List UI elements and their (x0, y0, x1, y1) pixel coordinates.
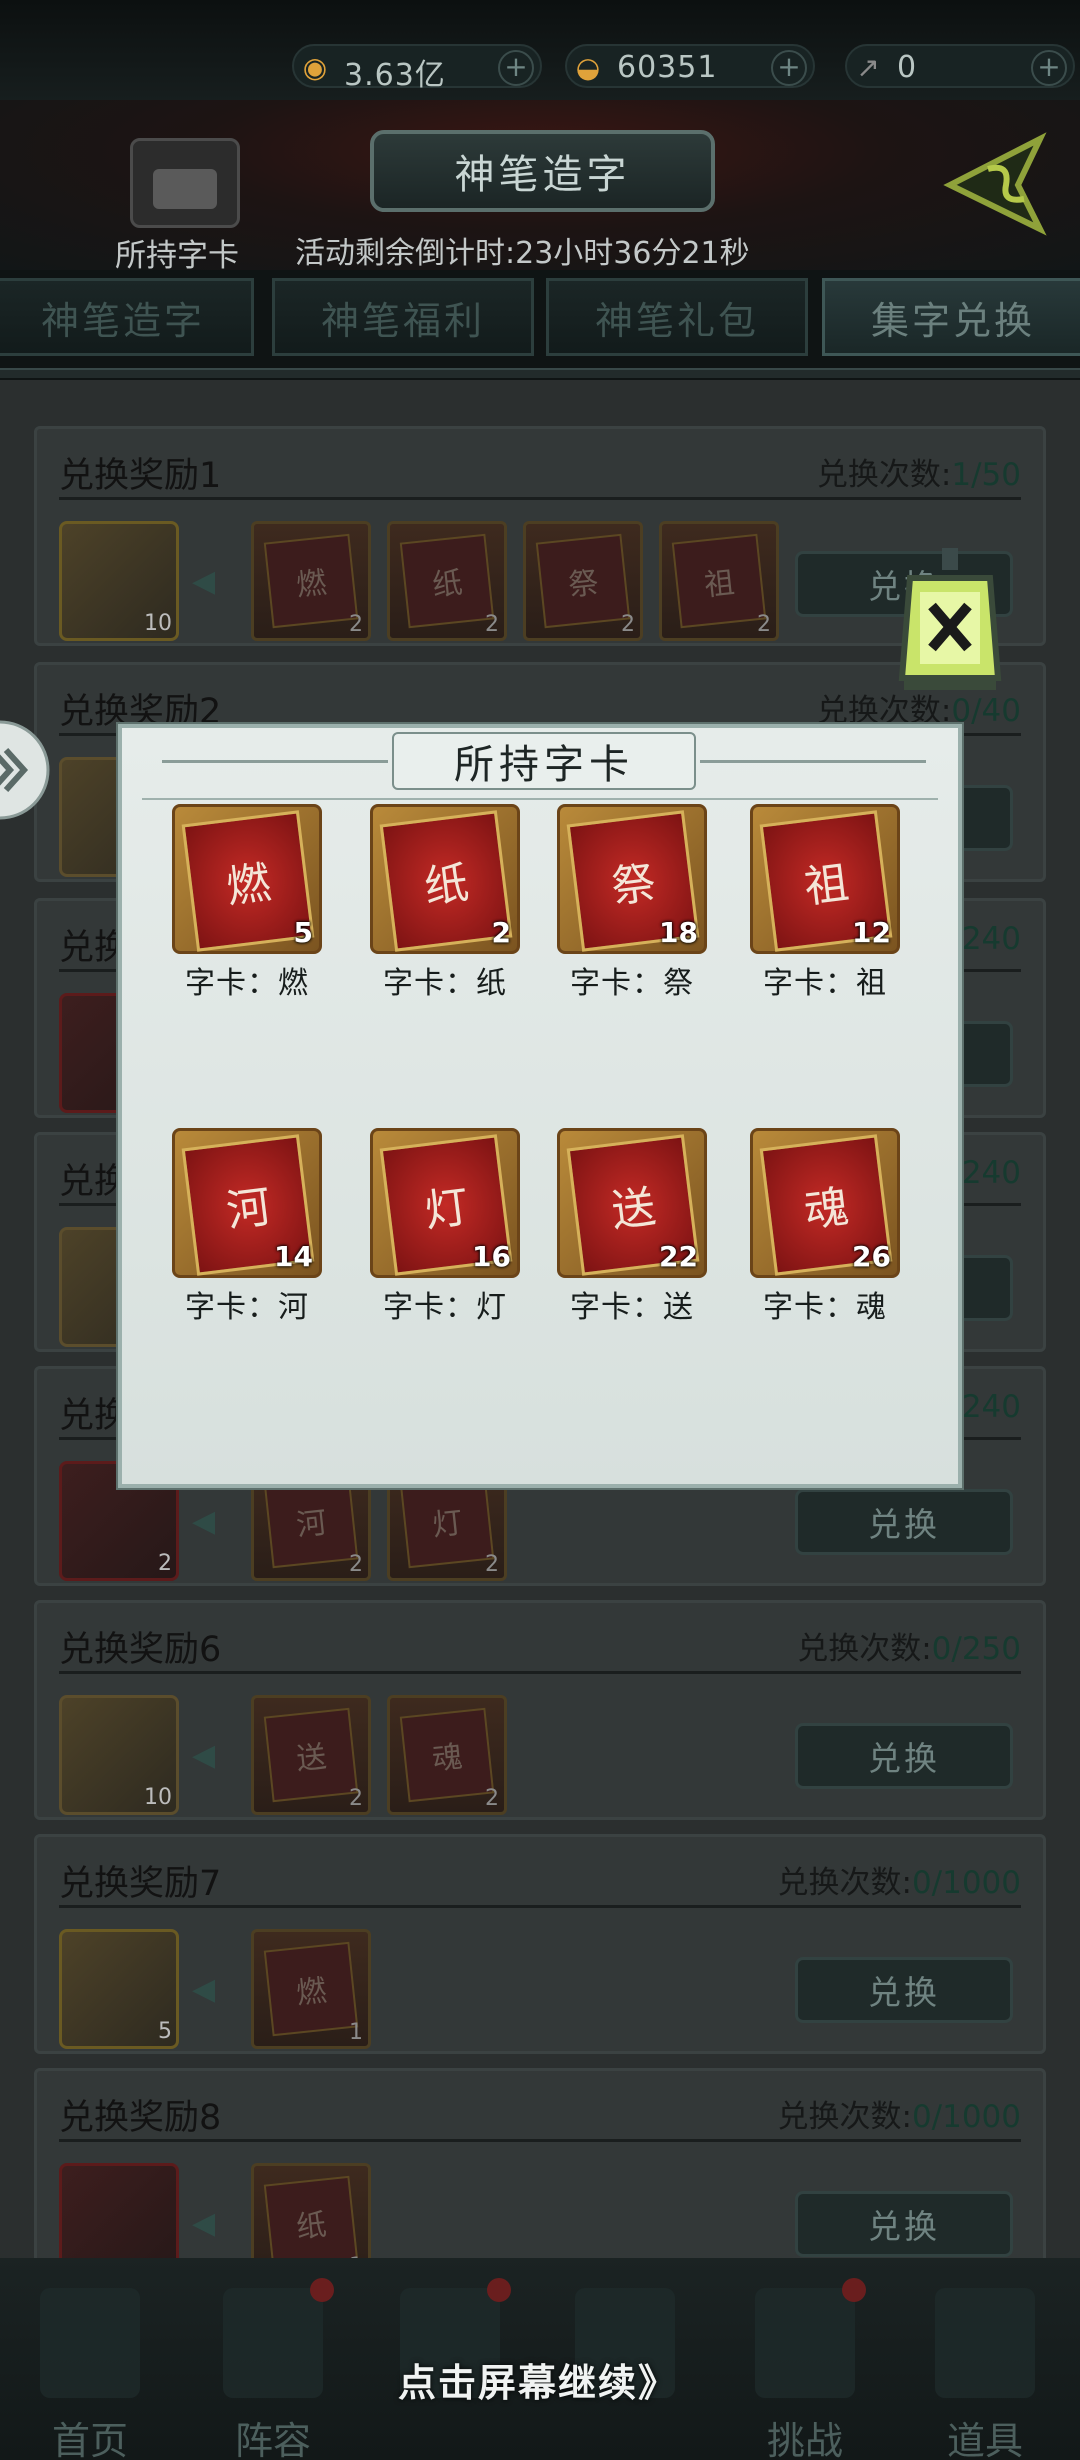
word-card[interactable]: 送 22 (557, 1128, 707, 1278)
tab-word-exchange[interactable]: 集字兑换 (822, 278, 1080, 356)
required-card[interactable]: 魂2 (387, 1695, 507, 1815)
reward-name: 兑换奖励8 (59, 2098, 222, 2138)
ingot-icon: ◒ (575, 50, 601, 84)
word-card[interactable]: 祖 12 (750, 804, 900, 954)
side-expand-icon[interactable] (0, 720, 56, 820)
back-icon[interactable] (940, 125, 1058, 243)
word-card[interactable]: 纸2 (370, 804, 520, 954)
owned-cards-label[interactable]: 所持字卡 (115, 230, 239, 275)
word-card-label: 字卡：魂 (763, 1290, 887, 1325)
notification-dot (310, 2278, 334, 2302)
arrow-left-icon: ◀ (192, 1504, 216, 1539)
word-card-label: 字卡：燃 (185, 966, 309, 1001)
tab-bar: 神笔造字 神笔福利 神笔礼包 集字兑换 (0, 278, 1080, 358)
reward-name: 兑换奖励1 (59, 456, 222, 496)
word-card[interactable]: 河 14 (172, 1128, 322, 1278)
owned-cards-modal: 所持字卡 燃5 字卡：燃 纸2 字卡：纸 祭 18 字卡：祭 祖 12 字卡：祖 河… (118, 724, 962, 1488)
required-card[interactable]: 祖2 (659, 521, 779, 641)
word-card-label: 字卡：灯 (383, 1290, 507, 1325)
required-card[interactable]: 纸2 (387, 521, 507, 641)
modal-title-plate: 所持字卡 (392, 732, 696, 790)
third-currency-value: 0 (897, 50, 918, 85)
pagoda-icon (40, 2288, 140, 2398)
reward-row-7: 兑换奖励7 兑换次数:0/1000 5 ◀ 燃1 兑换 (34, 1834, 1046, 2054)
title-rule-left (162, 760, 388, 763)
tab-brush-welfare[interactable]: 神笔福利 (272, 278, 534, 356)
arrow-left-icon: ◀ (192, 2206, 216, 2241)
reward-name: 兑换奖励6 (59, 1630, 222, 1670)
word-card-label: 字卡：纸 (383, 966, 507, 1001)
exchange-button[interactable]: 兑换 (795, 1489, 1013, 1555)
arrow-left-icon: ◀ (192, 1972, 216, 2007)
exchange-count: 兑换次数:1/50 (816, 457, 1021, 493)
word-card[interactable]: 魂 26 (750, 1128, 900, 1278)
coin-icon: ◉ (302, 50, 328, 84)
coins-value: 3.63亿 (344, 58, 446, 93)
third-currency-pill: ↗ 0 + (845, 44, 1075, 88)
coins-pill: ◉ 3.63亿 + (292, 44, 542, 93)
row-rule (59, 1905, 1021, 1908)
exchange-count: 240 (961, 1389, 1021, 1425)
nav-items[interactable]: 道具 (910, 2278, 1060, 2460)
arrow-left-icon: ◀ (192, 564, 216, 599)
word-card-label: 字卡：河 (185, 1290, 309, 1325)
add-ingots-button[interactable]: + (771, 50, 807, 86)
exchange-count: 兑换次数:0/1000 (777, 2099, 1021, 2135)
notification-dot (842, 2278, 866, 2302)
row-rule (59, 2139, 1021, 2142)
exchange-count: 240 (961, 1155, 1021, 1191)
countdown-text: 活动剩余倒计时:23小时36分21秒 (295, 236, 750, 271)
nav-challenge[interactable]: 挑战 (730, 2278, 880, 2460)
exchange-count: 兑换次数:0/1000 (777, 1865, 1021, 1901)
reward-row-6: 兑换奖励6 兑换次数:0/250 10 ◀ 送2 魂2 兑换 (34, 1600, 1046, 1820)
reward-row-8: 兑换奖励8 兑换次数:0/1000 ◀ 纸1 兑换 (34, 2068, 1046, 2288)
tab-brush-gift[interactable]: 神笔礼包 (546, 278, 808, 356)
exchange-count: 240 (961, 921, 1021, 957)
modal-title: 所持字卡 (454, 742, 634, 788)
reward-item-icon[interactable]: 5 (59, 1929, 179, 2049)
required-card[interactable]: 送2 (251, 1695, 371, 1815)
feather-icon: ↗ (856, 50, 880, 84)
modal-title-underline (142, 798, 938, 800)
card-chest-icon[interactable] (130, 138, 240, 228)
ingots-pill: ◒ 60351 + (565, 44, 815, 88)
title-rule-right (700, 760, 926, 763)
required-card[interactable]: 燃2 (251, 521, 371, 641)
word-card-label: 字卡：送 (570, 1290, 694, 1325)
word-card[interactable]: 燃5 (172, 804, 322, 954)
reward-item-icon[interactable]: 10 (59, 1695, 179, 1815)
word-card-label: 字卡：祭 (570, 966, 694, 1001)
row-rule (59, 497, 1021, 500)
tab-divider (0, 368, 1080, 378)
required-card[interactable]: 燃1 (251, 1929, 371, 2049)
scroll-icon (755, 2288, 855, 2398)
word-card[interactable]: 灯 16 (370, 1128, 520, 1278)
nav-lineup[interactable]: 阵容 (198, 2278, 348, 2460)
row-rule (59, 1671, 1021, 1674)
arrow-left-icon: ◀ (192, 1738, 216, 1773)
bag-icon (935, 2288, 1035, 2398)
exchange-button[interactable]: 兑换 (795, 2191, 1013, 2257)
add-third-currency-button[interactable]: + (1031, 50, 1067, 86)
exchange-count: 兑换次数:0/250 (797, 1631, 1021, 1667)
ingots-value: 60351 (617, 50, 718, 85)
reward-item-icon[interactable]: 10 (59, 521, 179, 641)
page-title: 神笔造字 (454, 152, 631, 198)
page-title-plate: 神笔造字 (370, 130, 715, 212)
word-card-label: 字卡：祖 (763, 966, 887, 1001)
tab-brush-craft[interactable]: 神笔造字 (0, 278, 254, 356)
figures-icon (223, 2288, 323, 2398)
tap-to-continue-hint[interactable]: 点击屏幕继续》 (398, 2352, 678, 2407)
word-card[interactable]: 祭 18 (557, 804, 707, 954)
add-coins-button[interactable]: + (498, 50, 534, 86)
nav-home[interactable]: 首页 (15, 2278, 165, 2460)
lantern-close-icon[interactable] (890, 548, 1010, 708)
notification-dot (487, 2278, 511, 2302)
exchange-button[interactable]: 兑换 (795, 1957, 1013, 2023)
required-card[interactable]: 祭2 (523, 521, 643, 641)
exchange-button[interactable]: 兑换 (795, 1723, 1013, 1789)
reward-name: 兑换奖励7 (59, 1864, 222, 1904)
